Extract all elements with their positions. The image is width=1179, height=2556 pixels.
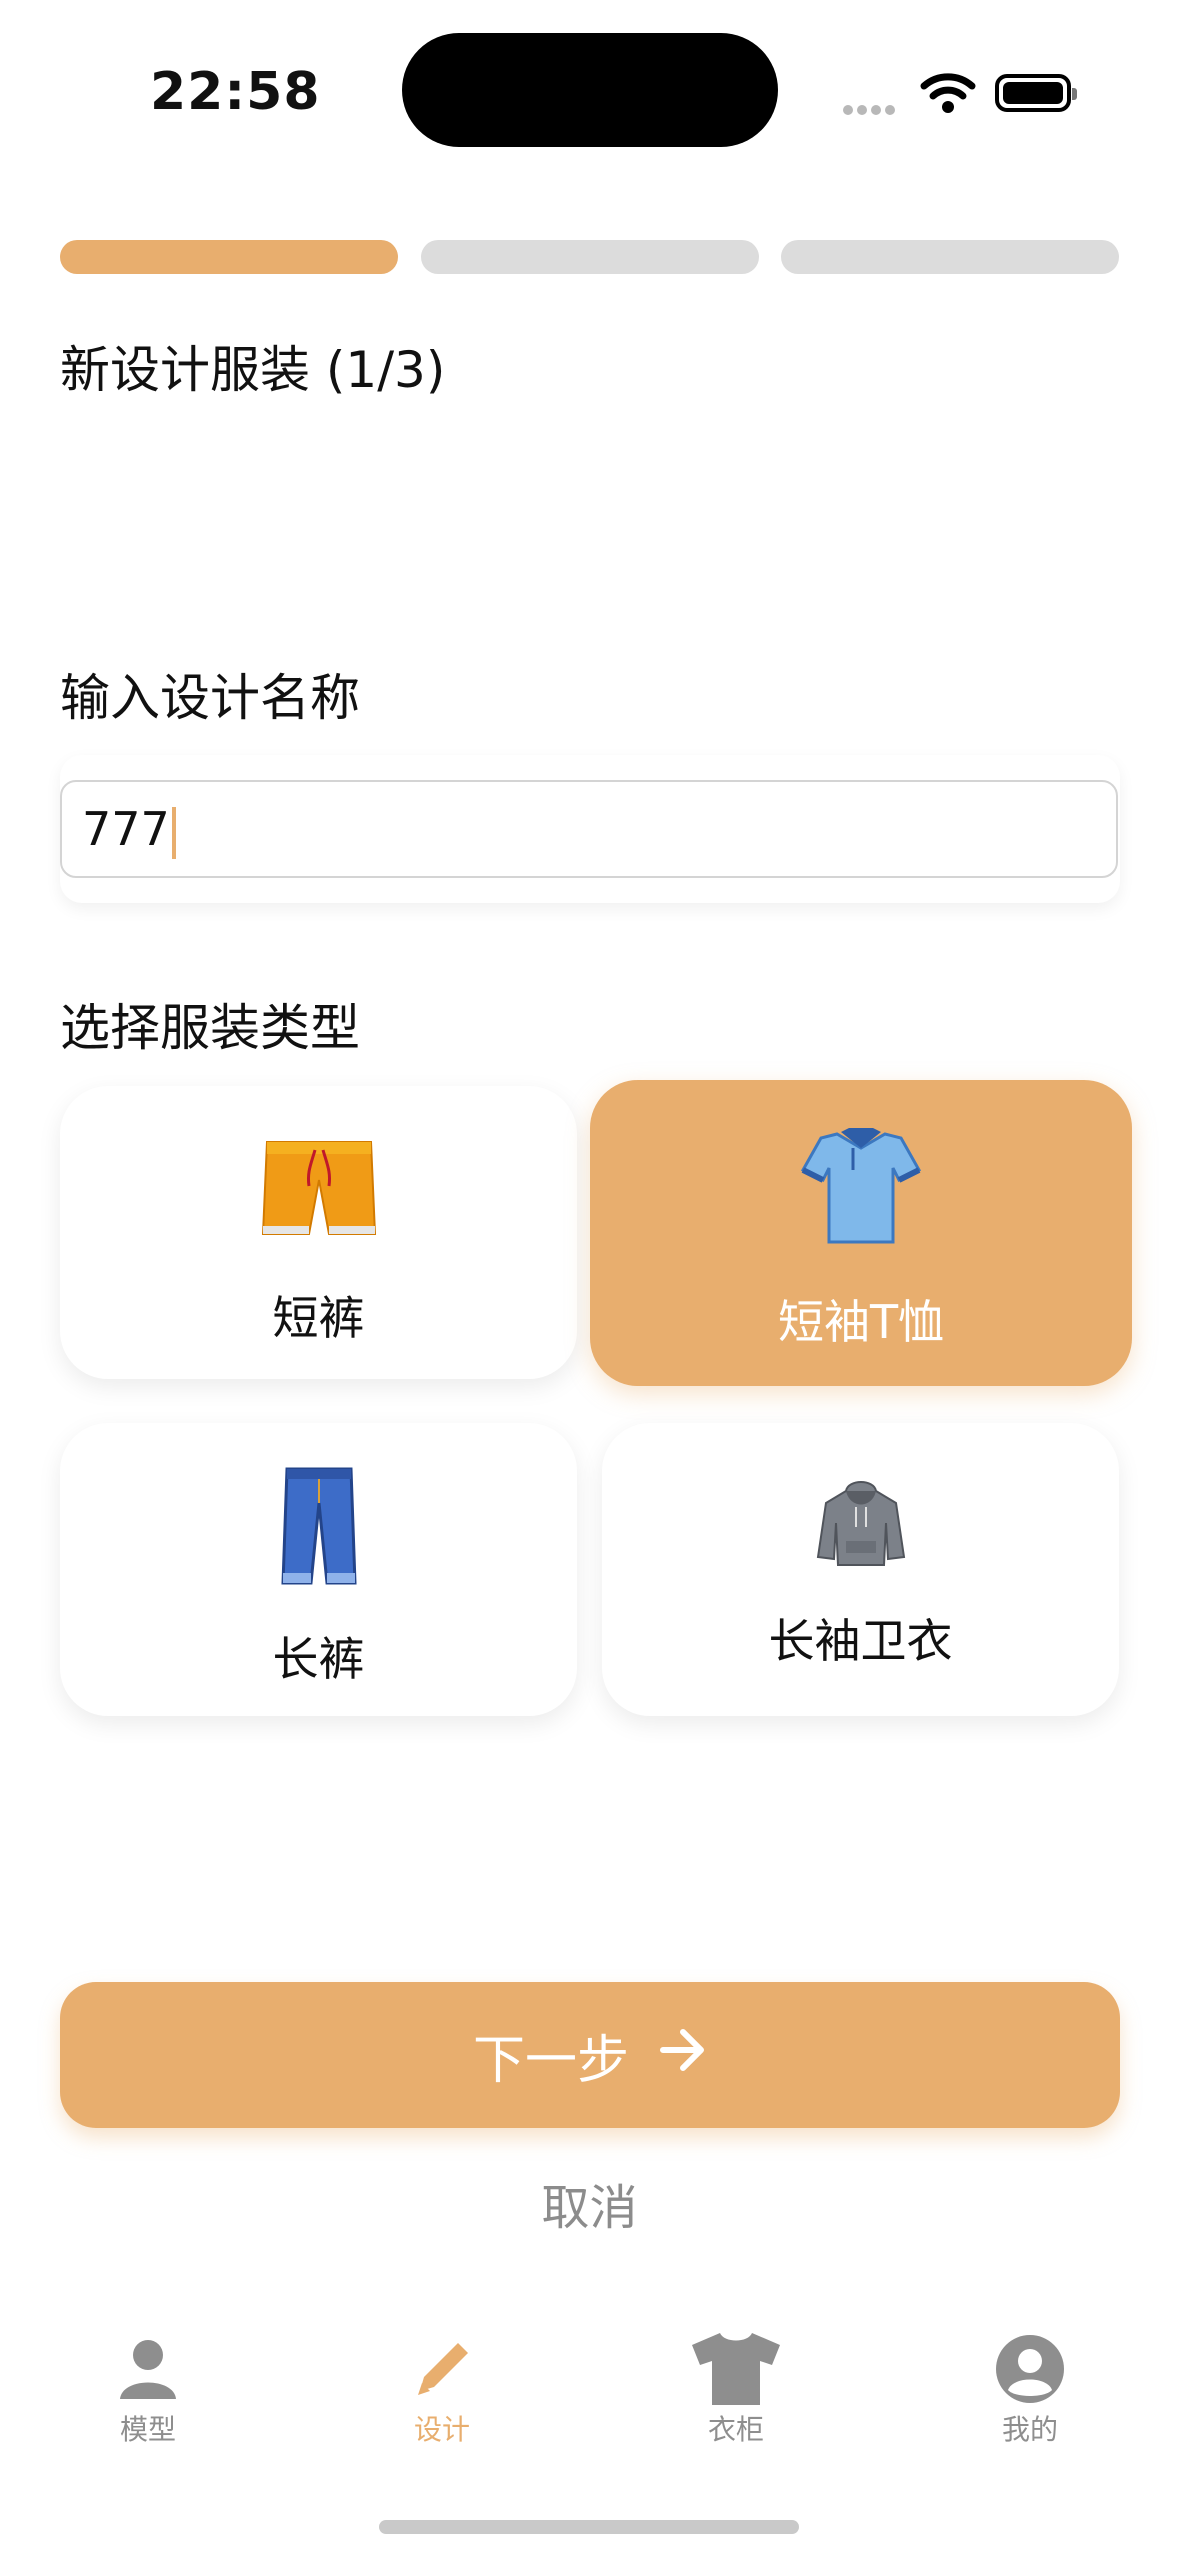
tab-design[interactable]: 设计 bbox=[352, 2330, 532, 2448]
text-caret bbox=[171, 806, 176, 859]
type-option-pants[interactable]: 长裤 bbox=[60, 1423, 577, 1716]
arrow-right-icon bbox=[659, 2025, 707, 2085]
design-name-label: 输入设计名称 bbox=[60, 669, 360, 727]
progress-step-2 bbox=[421, 240, 759, 274]
person-icon bbox=[58, 2330, 238, 2408]
garment-type-label: 选择服装类型 bbox=[60, 999, 360, 1057]
battery-icon bbox=[995, 74, 1077, 112]
status-time: 22:58 bbox=[150, 62, 321, 122]
cellular-signal-icon bbox=[843, 100, 899, 119]
polo-shirt-icon bbox=[590, 1124, 1132, 1252]
tab-label: 衣柜 bbox=[707, 2413, 764, 2446]
dynamic-island bbox=[402, 33, 778, 147]
wifi-icon bbox=[920, 70, 976, 118]
design-name-value: 777 bbox=[82, 802, 170, 856]
page-title: 新设计服装 (1/3) bbox=[60, 341, 446, 399]
design-name-input[interactable]: 777 bbox=[60, 780, 1118, 878]
shorts-icon bbox=[60, 1134, 577, 1248]
type-option-label: 短裤 bbox=[272, 1291, 365, 1345]
type-option-hoodie[interactable]: 长袖卫衣 bbox=[602, 1423, 1119, 1716]
tshirt-icon bbox=[646, 2330, 826, 2408]
profile-circle-icon bbox=[940, 2330, 1120, 2408]
hoodie-icon bbox=[602, 1477, 1119, 1573]
jeans-icon bbox=[60, 1465, 577, 1593]
type-option-label: 短袖T恤 bbox=[777, 1295, 945, 1349]
type-option-tshirt[interactable]: 短袖T恤 bbox=[590, 1080, 1132, 1386]
tab-model[interactable]: 模型 bbox=[58, 2330, 238, 2448]
cancel-button[interactable]: 取消 bbox=[0, 2168, 1179, 2238]
type-option-label: 长裤 bbox=[272, 1632, 365, 1686]
home-indicator bbox=[379, 2520, 799, 2534]
next-step-button[interactable]: 下一步 bbox=[60, 1982, 1120, 2128]
progress-step-1 bbox=[60, 240, 398, 274]
tab-me[interactable]: 我的 bbox=[940, 2330, 1120, 2448]
tab-wardrobe[interactable]: 衣柜 bbox=[646, 2330, 826, 2448]
next-step-label: 下一步 bbox=[472, 2030, 629, 2091]
tab-label: 模型 bbox=[119, 2413, 176, 2446]
tab-label: 设计 bbox=[413, 2413, 470, 2446]
type-option-label: 长袖卫衣 bbox=[768, 1614, 953, 1668]
pencil-icon bbox=[352, 2330, 532, 2408]
tab-label: 我的 bbox=[1001, 2413, 1058, 2446]
type-option-shorts[interactable]: 短裤 bbox=[60, 1086, 577, 1379]
progress-step-3 bbox=[781, 240, 1119, 274]
